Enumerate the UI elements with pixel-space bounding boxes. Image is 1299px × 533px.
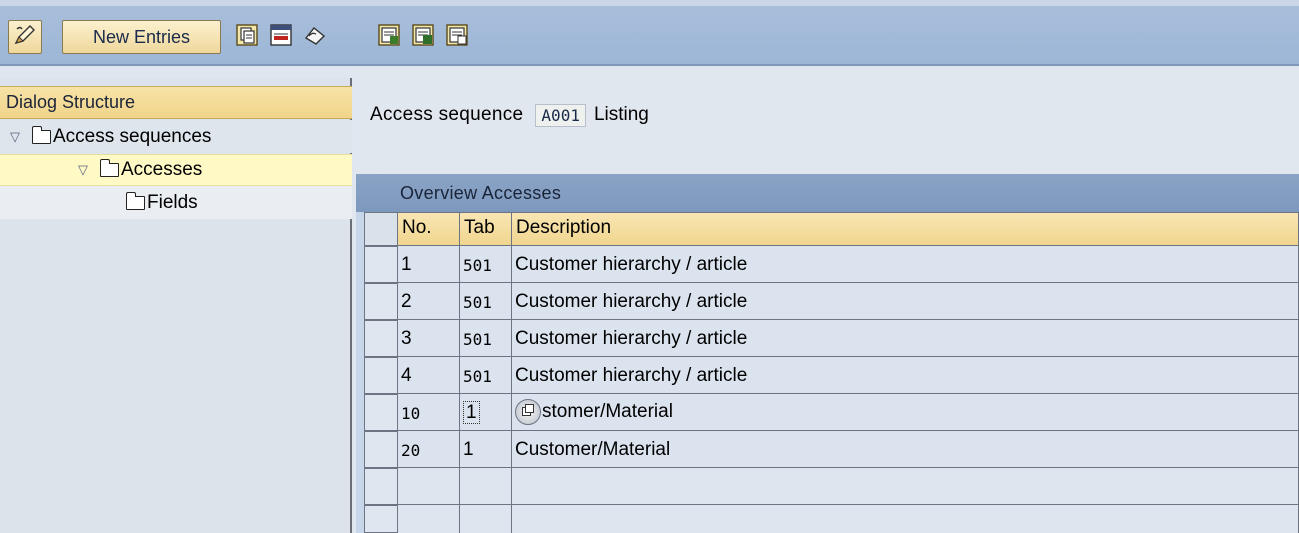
cell-tab-empty[interactable]	[460, 468, 512, 505]
folder-icon	[31, 125, 51, 144]
open-folder-icon	[99, 159, 119, 177]
cell-tab[interactable]: 1	[460, 431, 512, 468]
delete-button[interactable]	[266, 22, 296, 52]
cell-tab-value: 1	[463, 401, 480, 424]
tree-item-label: Fields	[147, 191, 198, 213]
value-help-button[interactable]	[515, 399, 541, 425]
cell-description: Customer hierarchy / article	[512, 246, 1299, 283]
copy-button[interactable]	[232, 22, 262, 52]
copy-icon	[234, 22, 260, 53]
edit-pencil-icon	[13, 23, 37, 52]
cell-description: Customer hierarchy / article	[512, 320, 1299, 357]
overview-accesses-table: Overview Accesses No. Tab Description 1 …	[356, 174, 1299, 533]
cell-description: Customer hierarchy / article	[512, 283, 1299, 320]
dialog-structure-panel: Dialog Structure ▽ Access sequences ▽ Ac…	[0, 78, 352, 533]
tree-item-label: Access sequences	[53, 125, 212, 147]
column-header-no[interactable]: No.	[398, 212, 460, 246]
cell-no[interactable]: 1	[398, 246, 460, 283]
tree-item-label: Accesses	[121, 159, 203, 180]
display-change-button[interactable]	[8, 20, 42, 54]
cell-no-empty[interactable]	[398, 505, 460, 533]
undo-icon	[302, 22, 328, 53]
row-selector[interactable]	[364, 505, 398, 533]
select-block-icon	[410, 22, 436, 53]
row-selector[interactable]	[364, 431, 398, 468]
access-sequence-code-field[interactable]: A001	[535, 103, 586, 127]
cell-tab-focused[interactable]: 1	[460, 394, 512, 431]
cell-tab[interactable]: 501	[460, 283, 512, 320]
access-sequence-description: Listing	[593, 104, 649, 125]
expand-triangle-icon[interactable]: ▽	[6, 129, 24, 145]
table-title: Overview Accesses	[356, 174, 1299, 212]
cell-no-empty[interactable]	[398, 468, 460, 505]
cell-description: Customer hierarchy / article	[512, 357, 1299, 394]
deselect-all-icon	[444, 22, 470, 53]
cell-description-empty	[512, 468, 1299, 505]
deselect-all-button[interactable]	[442, 22, 472, 52]
cell-no[interactable]: 4	[398, 357, 460, 394]
row-selector[interactable]	[364, 246, 398, 283]
select-block-button[interactable]	[408, 22, 438, 52]
cell-description: Customer/Material	[512, 431, 1299, 468]
main-content: Access sequence A001 Listing Overview Ac…	[354, 68, 1299, 533]
tree-item-fields[interactable]: Fields	[0, 186, 352, 219]
cell-description: stomer/Material	[512, 394, 1299, 431]
row-selector[interactable]	[364, 320, 398, 357]
access-sequence-line: Access sequence A001 Listing	[370, 100, 649, 130]
application-toolbar: New Entries	[0, 0, 1299, 66]
row-selector[interactable]	[364, 468, 398, 505]
cell-description-empty	[512, 505, 1299, 533]
cell-tab[interactable]: 501	[460, 246, 512, 283]
row-selector[interactable]	[364, 357, 398, 394]
undo-button[interactable]	[300, 22, 330, 52]
expand-triangle-icon[interactable]: ▽	[74, 162, 92, 178]
select-all-rows-button[interactable]	[364, 212, 398, 246]
cell-tab[interactable]: 501	[460, 320, 512, 357]
cell-no[interactable]: 3	[398, 320, 460, 357]
new-entries-button[interactable]: New Entries	[62, 20, 221, 54]
cell-tab-empty[interactable]	[460, 505, 512, 533]
column-header-tab[interactable]: Tab	[460, 212, 512, 246]
row-selector[interactable]	[364, 283, 398, 320]
cell-description-text: stomer/Material	[542, 401, 673, 422]
column-header-description[interactable]: Description	[512, 212, 1299, 246]
cell-no[interactable]: 2	[398, 283, 460, 320]
cell-tab[interactable]: 501	[460, 357, 512, 394]
cell-no[interactable]: 20	[398, 431, 460, 468]
select-all-icon	[376, 22, 402, 53]
folder-icon	[125, 191, 145, 210]
cell-no[interactable]: 10	[398, 394, 460, 431]
access-sequence-label: Access sequence	[370, 104, 524, 125]
value-help-icon	[521, 401, 535, 423]
tree-item-access-sequences[interactable]: ▽ Access sequences	[0, 120, 352, 153]
delete-icon	[268, 22, 294, 53]
tree-item-accesses[interactable]: ▽ Accesses	[0, 154, 352, 186]
select-all-button[interactable]	[374, 22, 404, 52]
row-selector[interactable]	[364, 394, 398, 431]
dialog-structure-title: Dialog Structure	[0, 86, 352, 119]
